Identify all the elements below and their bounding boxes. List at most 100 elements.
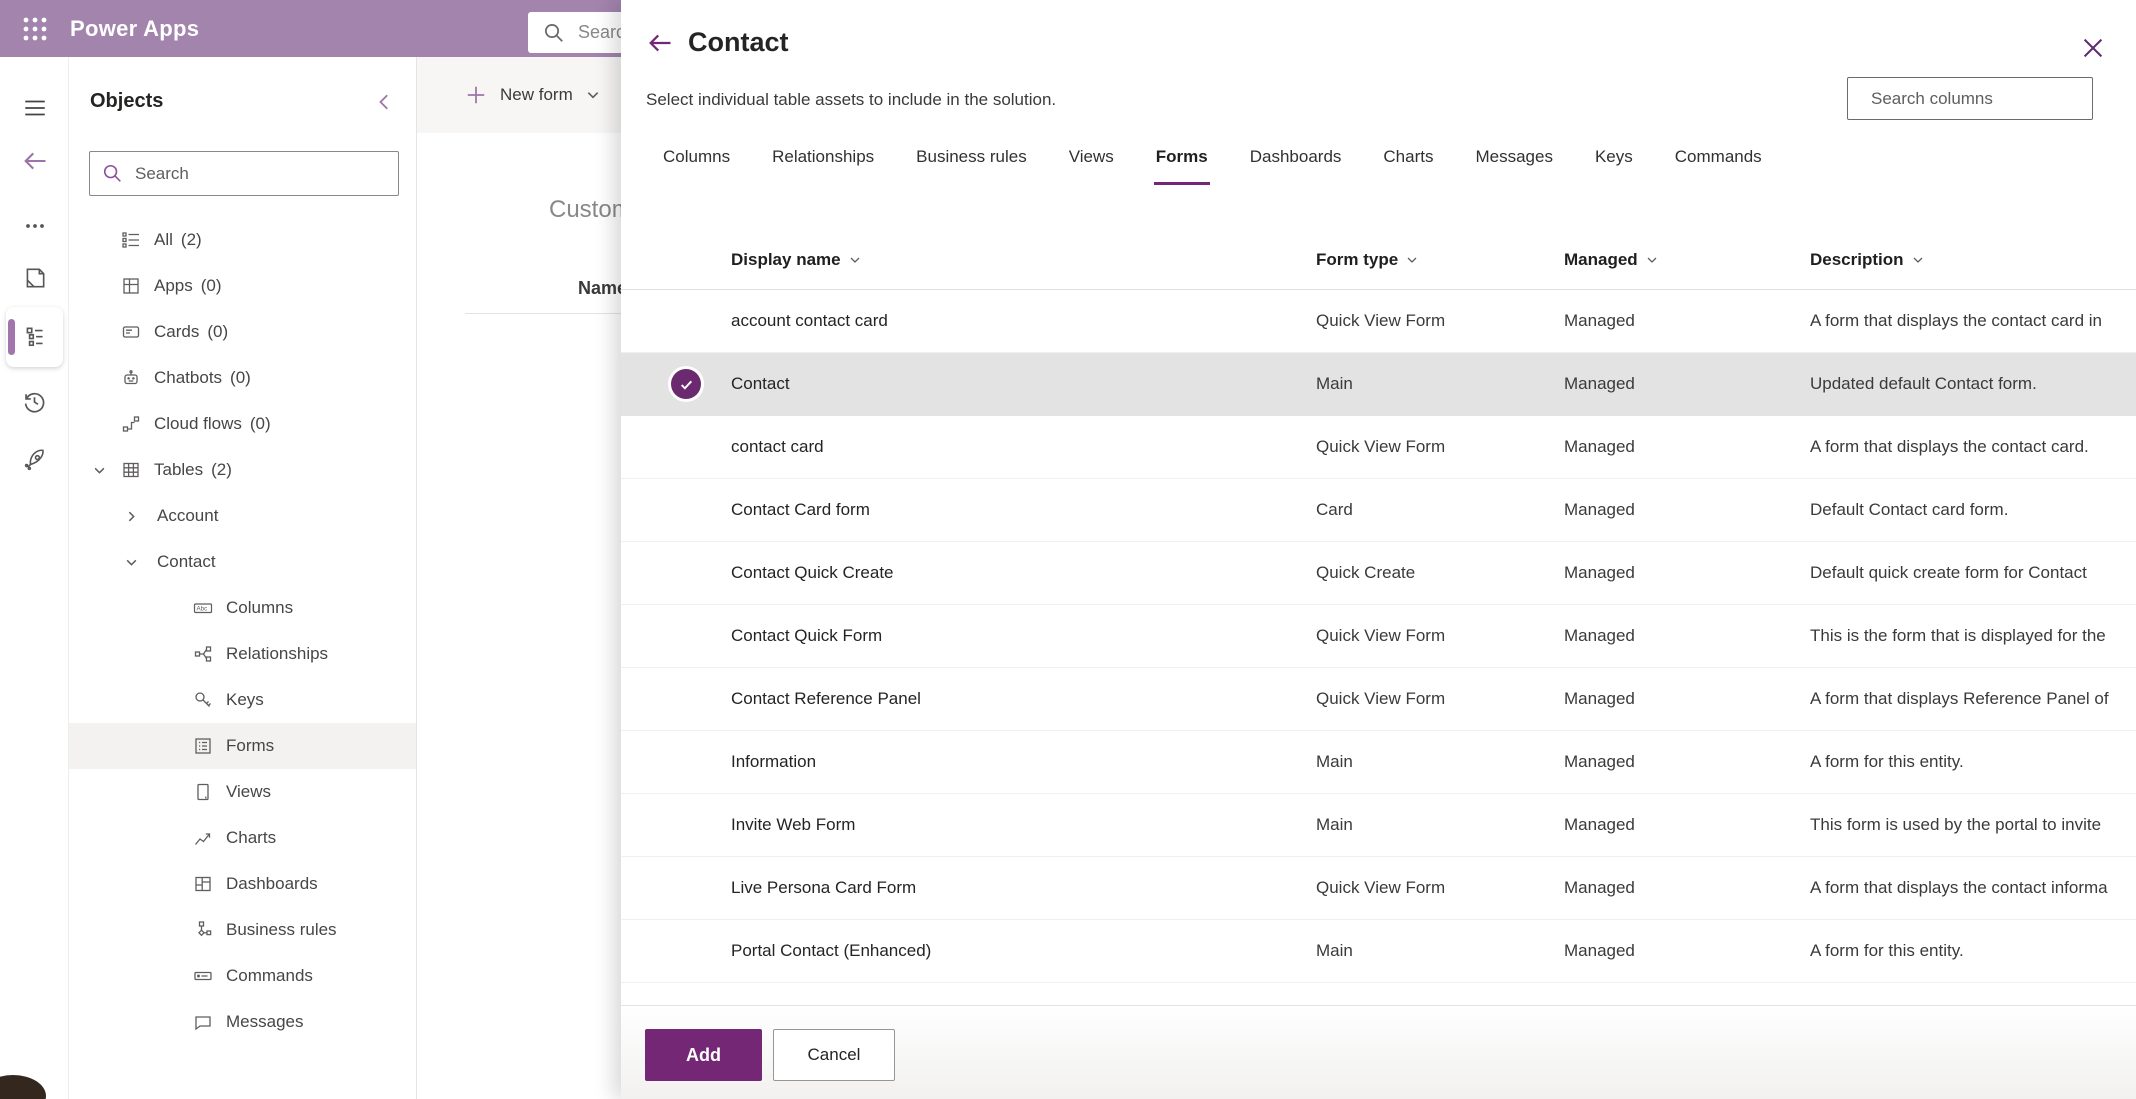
chevron-down-icon bbox=[850, 257, 860, 263]
arrow-left-icon bbox=[23, 152, 45, 170]
dialog-footer: Add Cancel bbox=[621, 1005, 2136, 1099]
business-rules-icon bbox=[198, 921, 212, 937]
tab-keys[interactable]: Keys bbox=[1593, 147, 1635, 185]
tree-item-cloud-flows[interactable]: Cloud flows (0) bbox=[69, 401, 416, 447]
dialog-back-button[interactable] bbox=[646, 29, 674, 62]
app-title: Power Apps bbox=[70, 15, 200, 41]
tab-dashboards[interactable]: Dashboards bbox=[1248, 147, 1344, 185]
tree-item-account[interactable]: Account bbox=[69, 493, 416, 539]
add-button[interactable]: Add bbox=[645, 1029, 762, 1081]
selected-indicator-bar bbox=[8, 319, 15, 355]
search-icon bbox=[103, 164, 121, 182]
close-icon bbox=[2083, 38, 2103, 58]
tab-forms[interactable]: Forms bbox=[1153, 147, 1210, 185]
rail-launch-button[interactable] bbox=[0, 440, 69, 480]
tree-item-dashboards[interactable]: Dashboards bbox=[69, 861, 416, 907]
ellipsis-icon bbox=[25, 224, 44, 228]
contact-assets-dialog: Contact Select individual table assets t… bbox=[621, 0, 2136, 1099]
tree-item-all[interactable]: All (2) bbox=[69, 217, 416, 263]
column-header-display-name[interactable]: Display name bbox=[731, 250, 1316, 270]
tree-item-contact[interactable]: Contact bbox=[69, 539, 416, 585]
new-form-button[interactable]: New form bbox=[500, 85, 573, 105]
objects-search-box[interactable] bbox=[89, 151, 399, 196]
tree-item-business-rules[interactable]: Business rules bbox=[69, 907, 416, 953]
chevron-right-icon bbox=[128, 511, 135, 521]
tab-views[interactable]: Views bbox=[1067, 147, 1116, 185]
rail-more-button[interactable] bbox=[0, 206, 69, 246]
table-row[interactable]: Contact Reference Panel Quick View Form … bbox=[621, 668, 2136, 731]
search-columns-input[interactable] bbox=[1871, 88, 2092, 109]
tree-item-chatbots[interactable]: Chatbots (0) bbox=[69, 355, 416, 401]
table-row[interactable]: Contact Quick Form Quick View Form Manag… bbox=[621, 605, 2136, 668]
table-row[interactable]: account contact card Quick View Form Man… bbox=[621, 290, 2136, 353]
apps-icon bbox=[123, 278, 139, 294]
tree-item-charts[interactable]: Charts bbox=[69, 815, 416, 861]
hamburger-menu-button[interactable] bbox=[0, 88, 69, 128]
row-selected-checkbox[interactable] bbox=[671, 369, 701, 399]
objects-panel-header: Objects bbox=[69, 57, 416, 113]
chevron-down-icon bbox=[126, 559, 137, 566]
waffle-icon bbox=[23, 17, 47, 40]
key-icon bbox=[195, 692, 211, 707]
table-row[interactable]: Portal Contact (Enhanced) Main Managed A… bbox=[621, 920, 2136, 983]
history-icon bbox=[24, 392, 45, 412]
table-row[interactable]: Information Main Managed A form for this… bbox=[621, 731, 2136, 794]
tab-relationships[interactable]: Relationships bbox=[770, 147, 876, 185]
cancel-button[interactable]: Cancel bbox=[773, 1029, 895, 1081]
chevron-down-icon bbox=[94, 467, 105, 474]
tab-business-rules[interactable]: Business rules bbox=[914, 147, 1029, 185]
chart-icon bbox=[194, 833, 211, 845]
table-row[interactable]: Live Persona Card Form Quick View Form M… bbox=[621, 857, 2136, 920]
tab-columns[interactable]: Columns bbox=[661, 147, 732, 185]
objects-tree: All (2) Apps (0) Cards (0) Chatbots (0) Clou bbox=[69, 217, 416, 1045]
column-header-description[interactable]: Description bbox=[1810, 250, 2136, 270]
dialog-title: Contact bbox=[688, 27, 789, 57]
objects-search-input[interactable] bbox=[135, 163, 386, 184]
chevron-left-icon[interactable] bbox=[376, 93, 394, 111]
table-row[interactable]: contact card Quick View Form Managed A f… bbox=[621, 416, 2136, 479]
rail-objects-button-selected[interactable] bbox=[6, 307, 63, 367]
plus-icon bbox=[467, 86, 485, 104]
tree-item-cards[interactable]: Cards (0) bbox=[69, 309, 416, 355]
table-row-selected[interactable]: Contact Main Managed Updated default Con… bbox=[621, 353, 2136, 416]
power-apps-window: Power Apps Search Objects Search All (2)… bbox=[0, 0, 2136, 1099]
tab-charts[interactable]: Charts bbox=[1381, 147, 1435, 185]
chevron-down-icon bbox=[1647, 257, 1657, 263]
chatbot-icon bbox=[124, 370, 138, 385]
tab-messages[interactable]: Messages bbox=[1473, 147, 1554, 185]
objects-panel: Objects All(2) Apps(0) bbox=[69, 57, 417, 1099]
column-header-managed[interactable]: Managed bbox=[1564, 250, 1810, 270]
objects-tree-icon bbox=[26, 327, 43, 347]
rail-history-button[interactable] bbox=[0, 381, 69, 421]
app-launcher-button[interactable] bbox=[0, 0, 70, 57]
column-header-form-type[interactable]: Form type bbox=[1316, 250, 1564, 270]
tree-item-tables[interactable]: Tables (2) bbox=[69, 447, 416, 493]
svg-text:Abc: Abc bbox=[197, 606, 208, 613]
tab-commands[interactable]: Commands bbox=[1673, 147, 1764, 185]
dialog-close-button[interactable] bbox=[2081, 36, 2105, 65]
objects-panel-title: Objects bbox=[90, 90, 164, 112]
pages-icon bbox=[26, 268, 44, 288]
chevron-down-icon bbox=[1913, 257, 1922, 263]
hamburger-icon bbox=[24, 100, 45, 116]
tree-item-views[interactable]: Views bbox=[69, 769, 416, 815]
rail-back-button[interactable] bbox=[0, 141, 69, 181]
table-row[interactable]: Contact Card form Card Managed Default C… bbox=[621, 479, 2136, 542]
tree-item-commands[interactable]: Commands bbox=[69, 953, 416, 999]
search-columns-box[interactable] bbox=[1847, 77, 2093, 120]
tree-item-keys[interactable]: Keys bbox=[69, 677, 416, 723]
chevron-down-icon[interactable] bbox=[586, 88, 600, 102]
table-row[interactable]: Contact Quick Create Quick Create Manage… bbox=[621, 542, 2136, 605]
table-icon bbox=[123, 462, 139, 478]
rail-pages-button[interactable] bbox=[0, 258, 69, 298]
tree-item-forms[interactable]: Forms bbox=[69, 723, 416, 769]
tree-item-columns[interactable]: Abc Columns bbox=[69, 585, 416, 631]
relationships-icon bbox=[194, 646, 212, 662]
tree-item-messages[interactable]: Messages bbox=[69, 999, 416, 1045]
message-icon bbox=[195, 1016, 211, 1031]
tree-item-apps[interactable]: Apps (0) bbox=[69, 263, 416, 309]
table-row[interactable]: Invite Web Form Main Managed This form i… bbox=[621, 794, 2136, 857]
tree-item-relationships[interactable]: Relationships bbox=[69, 631, 416, 677]
rocket-icon bbox=[24, 449, 44, 470]
dialog-tabs: Columns Relationships Business rules Vie… bbox=[661, 147, 1764, 185]
